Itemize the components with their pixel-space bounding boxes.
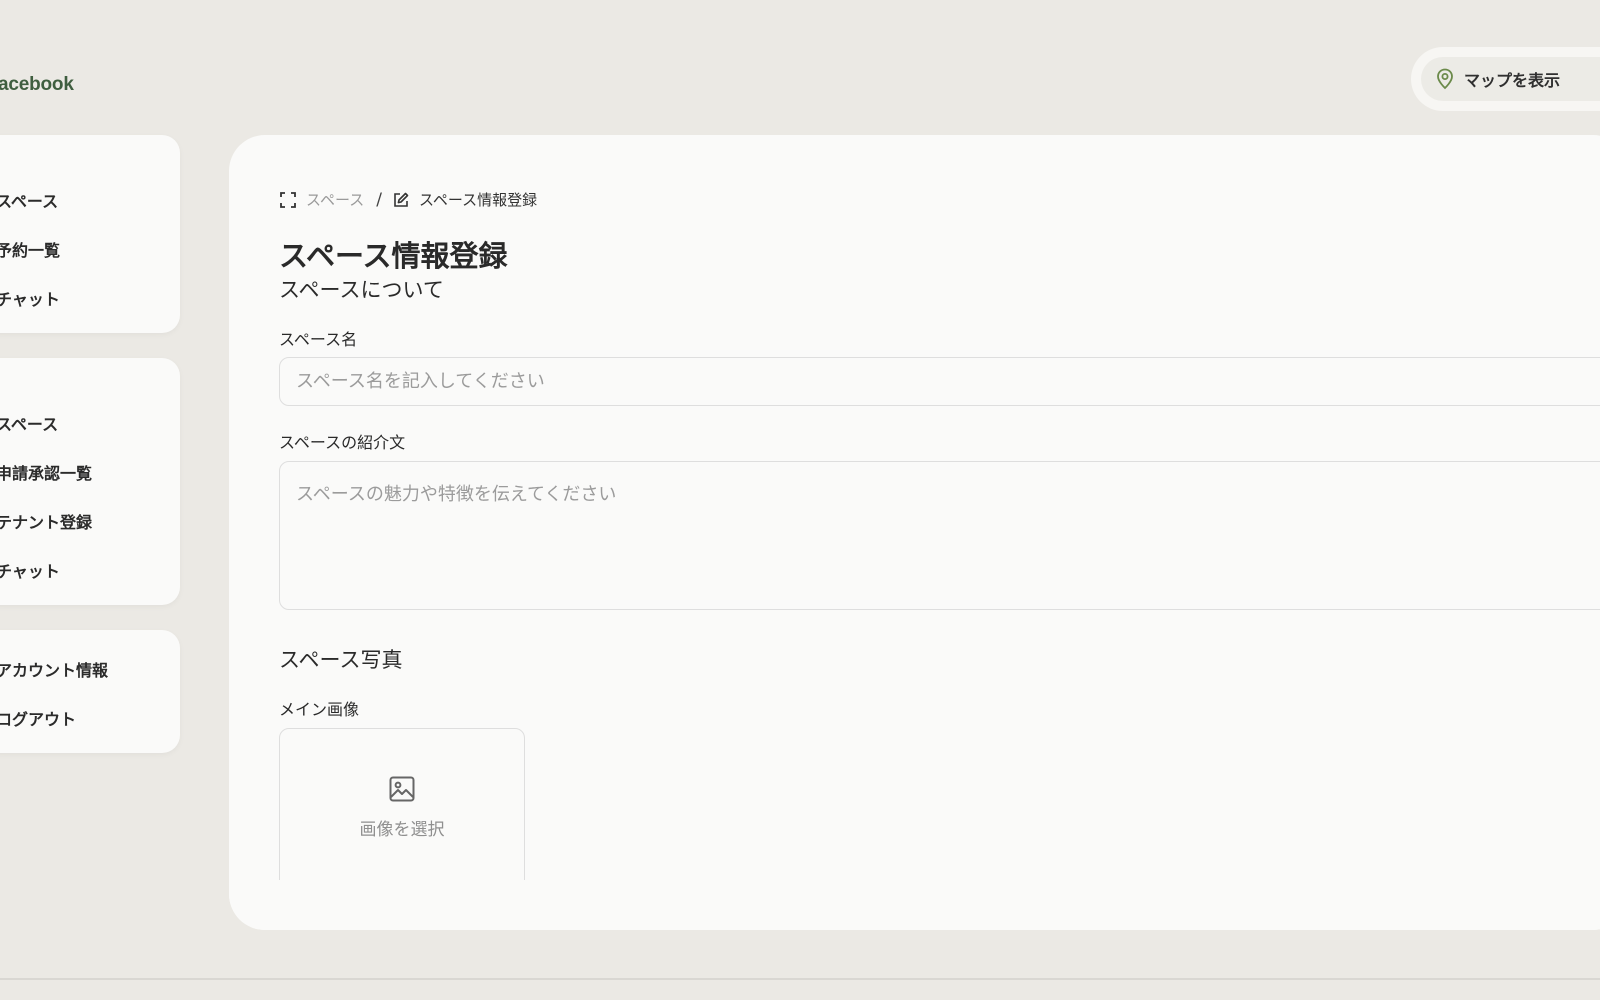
breadcrumb-current: スペース情報登録	[418, 191, 538, 209]
scroll-clip	[229, 880, 1600, 930]
edit-icon	[394, 192, 409, 207]
show-map-button[interactable]: マップを表示	[1421, 57, 1600, 101]
main-image-label: メイン画像	[279, 700, 360, 719]
app-root: acebook マップを表示 スペース 予約一覧 チャット スペース 申請承認一…	[0, 0, 1600, 1000]
space-name-input[interactable]	[279, 357, 1600, 406]
sidebar-item-chat[interactable]: チャット	[0, 286, 60, 310]
sidebar-item-account-info[interactable]: アカウント情報	[0, 657, 108, 681]
sidebar-item-reservations[interactable]: 予約一覧	[0, 237, 60, 261]
map-button-container: マップを表示	[1411, 47, 1600, 111]
focus-frame-icon	[280, 191, 296, 208]
page-title: スペース情報登録	[279, 239, 508, 273]
main-panel: スペース / スペース情報登録 スペース情報登録 スペースについて スペース名 …	[229, 135, 1600, 930]
sidebar-item-approvals[interactable]: 申請承認一覧	[0, 460, 92, 484]
sidebar-item-host-chat[interactable]: チャット	[0, 558, 60, 582]
main-image-picker[interactable]: 画像を選択	[279, 728, 525, 898]
description-textarea[interactable]	[279, 461, 1600, 610]
sidebar-item-host-space[interactable]: スペース	[0, 411, 58, 435]
sidebar-item-space[interactable]: スペース	[0, 188, 58, 212]
image-picker-label: 画像を選択	[359, 820, 445, 840]
section-title-about: スペースについて	[279, 278, 444, 302]
image-icon	[389, 776, 415, 802]
sidebar-group-guest: スペース 予約一覧 チャット	[0, 135, 180, 333]
sidebar-item-tenant-register[interactable]: テナント登録	[0, 509, 92, 533]
breadcrumb-separator: /	[376, 189, 382, 210]
sidebar-item-logout[interactable]: ログアウト	[0, 706, 76, 730]
sidebar-group-account: アカウント情報 ログアウト	[0, 630, 180, 753]
show-map-label: マップを表示	[1464, 71, 1561, 90]
sidebar-group-host: スペース 申請承認一覧 テナント登録 チャット	[0, 358, 180, 605]
map-pin-icon	[1437, 68, 1453, 90]
breadcrumb-parent[interactable]: スペース	[306, 189, 364, 210]
section-title-photos: スペース写真	[279, 648, 403, 672]
window-bottom-edge	[0, 978, 1600, 980]
space-name-label: スペース名	[279, 330, 358, 349]
breadcrumb: スペース / スペース情報登録	[279, 189, 537, 210]
brand-logo[interactable]: acebook	[0, 74, 74, 96]
description-label: スペースの紹介文	[279, 433, 406, 452]
